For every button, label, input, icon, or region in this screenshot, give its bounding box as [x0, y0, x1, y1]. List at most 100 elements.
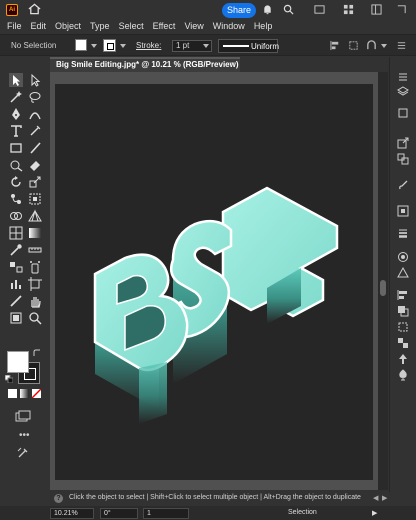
pen-tool-icon[interactable]: [9, 107, 23, 121]
none-mode-icon[interactable]: [32, 389, 41, 398]
hand-tool-icon[interactable]: [28, 294, 42, 308]
type-tool-icon[interactable]: [9, 124, 23, 138]
menu-help[interactable]: Help: [254, 21, 273, 31]
canvas-area[interactable]: [50, 72, 378, 490]
artboard[interactable]: [55, 84, 373, 480]
selection-status: No Selection: [11, 41, 57, 50]
gradient-mode-icon[interactable]: [20, 389, 29, 398]
menu-file[interactable]: File: [7, 21, 22, 31]
shaper-tool-icon[interactable]: [9, 158, 23, 172]
document-tab[interactable]: Big Smile Editing.jpg* @ 10.21 % (RGB/Pr…: [50, 57, 240, 72]
magic-wand-tool-icon[interactable]: [9, 90, 23, 104]
transform-icon[interactable]: [348, 40, 359, 51]
status-bar: ? Click the object to select | Shift+Cli…: [50, 492, 390, 505]
menu-type[interactable]: Type: [90, 21, 110, 31]
rectangle-tool-icon[interactable]: [9, 141, 23, 155]
vertical-scroll-thumb[interactable]: [380, 280, 386, 296]
navigator-icon[interactable]: [397, 205, 409, 217]
swap-colors-icon[interactable]: [33, 349, 41, 357]
stroke-label[interactable]: Stroke:: [136, 41, 161, 50]
status-menu-arrow-icon[interactable]: ▶: [372, 509, 377, 517]
menu-select[interactable]: Select: [119, 21, 144, 31]
minimize-icon[interactable]: [314, 4, 325, 15]
fill-swatch[interactable]: [75, 39, 87, 51]
align-icon[interactable]: [330, 40, 341, 51]
properties-icon[interactable]: [397, 71, 409, 83]
column-graph-tool-icon[interactable]: [9, 277, 23, 291]
blend-tool-icon[interactable]: [9, 260, 23, 274]
libraries-icon[interactable]: [397, 107, 409, 119]
symbols-icon[interactable]: [397, 369, 409, 381]
zoom-tool-icon[interactable]: [28, 311, 42, 325]
free-transform-tool-icon[interactable]: [28, 192, 42, 206]
stroke-weight-dropdown-icon[interactable]: [203, 44, 209, 48]
vertical-scrollbar[interactable]: [378, 72, 388, 490]
stroke-swatch[interactable]: [103, 39, 116, 52]
eraser-tool-icon[interactable]: [28, 158, 42, 172]
menu-view[interactable]: View: [184, 21, 203, 31]
touch-type-tool-icon[interactable]: [28, 124, 42, 138]
lasso-tool-icon[interactable]: [28, 90, 42, 104]
asset-export-icon[interactable]: [397, 353, 409, 365]
fill-dropdown-icon[interactable]: [91, 44, 97, 48]
stroke-profile-dropdown[interactable]: Uniform: [218, 39, 279, 53]
screen-mode-icon[interactable]: [15, 410, 31, 422]
artboards-icon[interactable]: [397, 153, 409, 165]
close-document-icon[interactable]: ×: [230, 59, 235, 71]
transparency-icon[interactable]: [397, 337, 409, 349]
more-tools-icon[interactable]: •••: [19, 430, 30, 441]
home-icon[interactable]: [28, 3, 41, 15]
symbol-sprayer-tool-icon[interactable]: [28, 260, 42, 274]
mesh-tool-icon[interactable]: [9, 226, 23, 240]
perspective-grid-tool-icon[interactable]: [28, 209, 42, 223]
artboard-tool-icon[interactable]: [28, 277, 42, 291]
gradient-tool-icon[interactable]: [28, 226, 42, 240]
scroll-right-icon[interactable]: ▶: [382, 494, 387, 502]
arrange-documents-icon[interactable]: [343, 4, 354, 15]
default-colors-icon[interactable]: [5, 375, 13, 383]
menu-effect[interactable]: Effect: [153, 21, 176, 31]
help-icon[interactable]: ?: [54, 494, 63, 503]
direct-selection-tool-icon[interactable]: [28, 73, 42, 87]
curvature-tool-icon[interactable]: [28, 107, 42, 121]
shape-dropdown-icon[interactable]: [381, 44, 387, 48]
bse-3d-artwork[interactable]: [55, 84, 373, 480]
export-icon[interactable]: [397, 137, 409, 149]
align-panel-icon[interactable]: [397, 289, 409, 301]
slice-tool-icon[interactable]: [9, 294, 23, 308]
search-icon[interactable]: [283, 4, 294, 15]
puppet-warp-tool-icon[interactable]: [9, 192, 23, 206]
panel-menu-icon[interactable]: [396, 40, 407, 51]
graphic-styles-icon[interactable]: [397, 267, 409, 279]
print-tiling-tool-icon[interactable]: [9, 311, 23, 325]
rotate-tool-icon[interactable]: [9, 175, 23, 189]
stroke-panel-icon[interactable]: [397, 227, 409, 239]
measure-tool-icon[interactable]: [28, 243, 42, 257]
scale-tool-icon[interactable]: [28, 175, 42, 189]
edit-toolbar-icon[interactable]: [17, 447, 29, 459]
scroll-left-icon[interactable]: ◀: [373, 494, 378, 502]
fill-color-swatch[interactable]: [7, 351, 29, 373]
menu-edit[interactable]: Edit: [31, 21, 47, 31]
brushes-icon[interactable]: [397, 179, 409, 191]
layers-icon[interactable]: [397, 85, 409, 97]
stroke-dropdown-icon[interactable]: [120, 44, 126, 48]
zoom-level-field[interactable]: 10.21%: [50, 508, 94, 519]
selection-tool-icon[interactable]: [9, 73, 23, 87]
notification-icon[interactable]: [262, 4, 273, 15]
menu-window[interactable]: Window: [213, 21, 245, 31]
rotation-field[interactable]: 0°: [100, 508, 138, 519]
pathfinder-icon[interactable]: [397, 305, 409, 317]
eyedropper-tool-icon[interactable]: [9, 243, 23, 257]
menu-object[interactable]: Object: [55, 21, 81, 31]
share-button[interactable]: Share: [222, 3, 256, 18]
window-resize-icon[interactable]: [396, 4, 407, 15]
appearance-icon[interactable]: [397, 251, 409, 263]
paintbrush-tool-icon[interactable]: [28, 141, 42, 155]
workspace-icon[interactable]: [371, 4, 382, 15]
shape-builder-icon[interactable]: [366, 40, 377, 51]
artboard-number-field[interactable]: 1: [143, 508, 189, 519]
shape-builder-tool-icon[interactable]: [9, 209, 23, 223]
color-mode-icon[interactable]: [8, 389, 17, 398]
transform-panel-icon[interactable]: [397, 321, 409, 333]
